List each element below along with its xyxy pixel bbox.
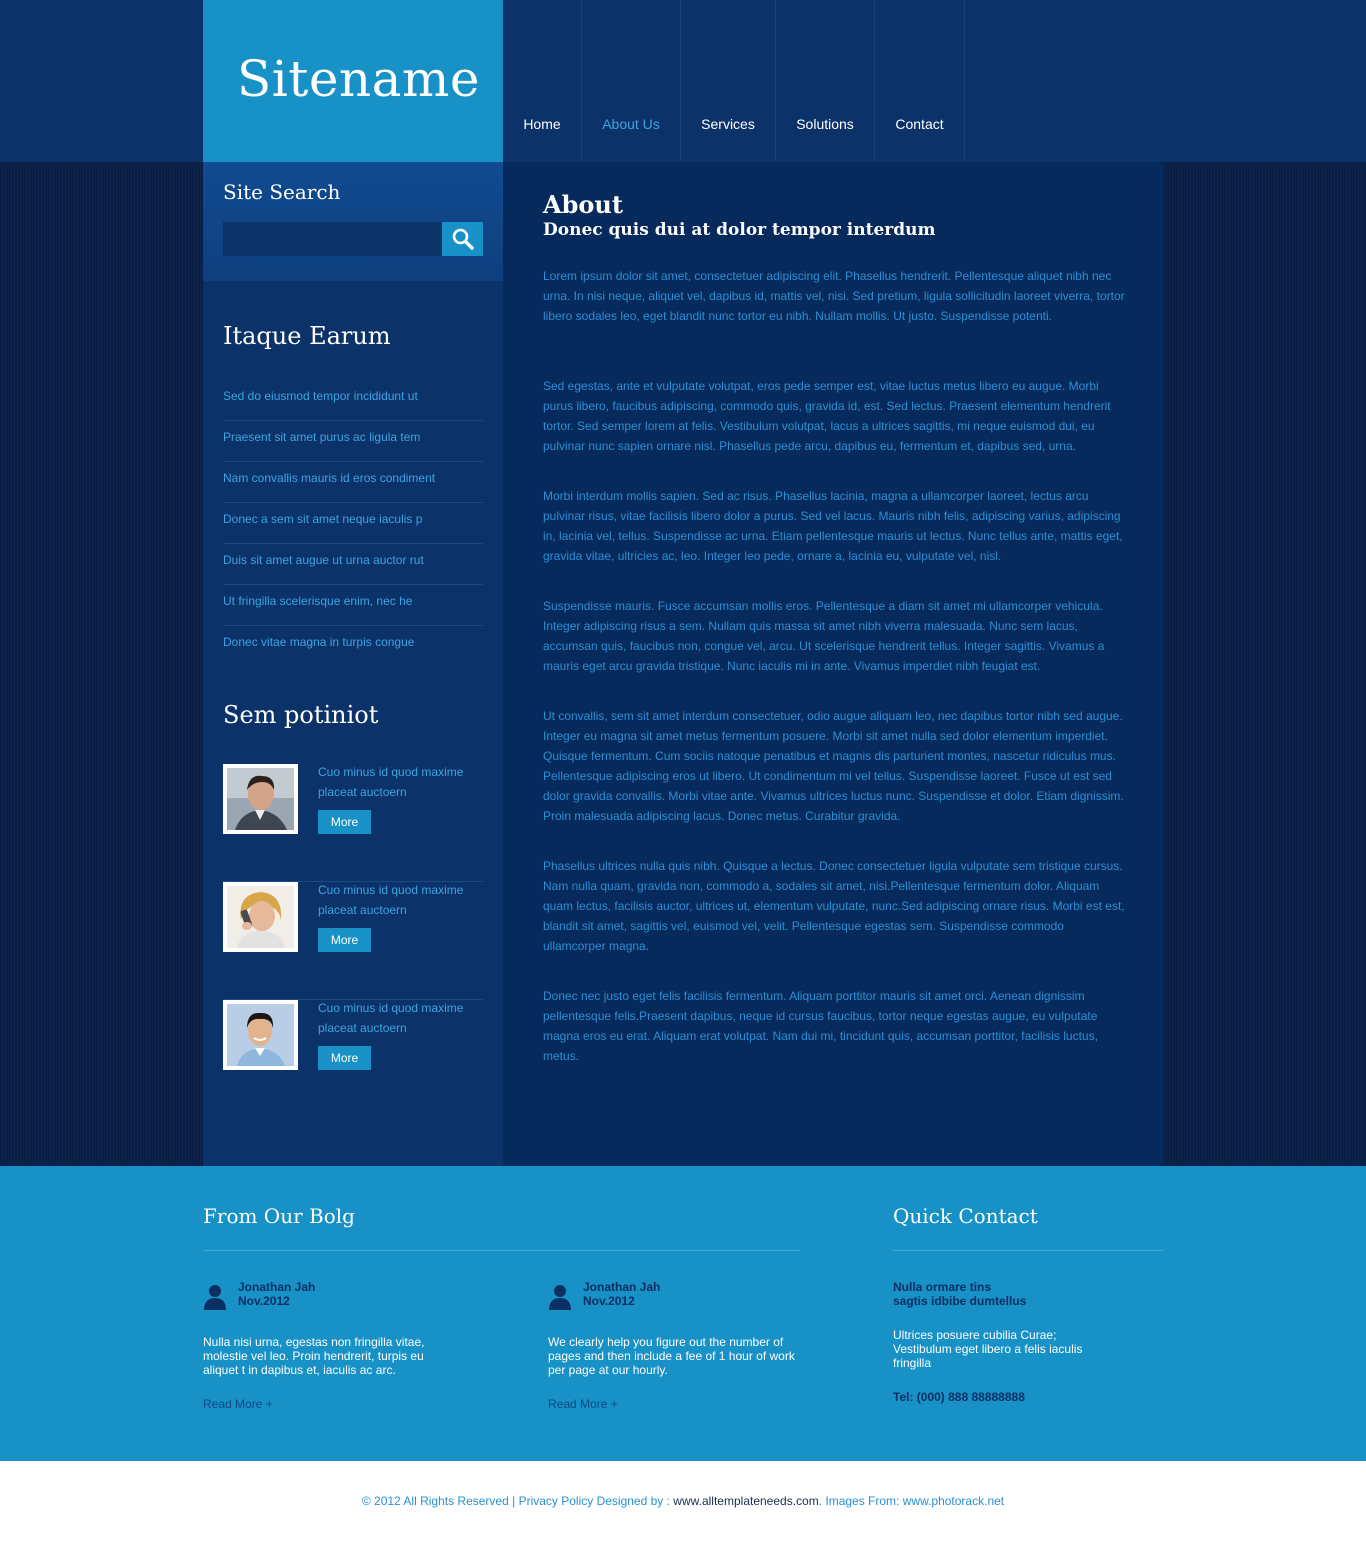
blog-title: From Our Bolg	[203, 1204, 355, 1228]
person-text: Cuo minus id quod maxime placeat auctoer…	[318, 765, 464, 799]
woman-portrait-icon	[227, 886, 294, 948]
nav-contact-label: Contact	[895, 115, 944, 132]
people-title: Sem potiniot	[223, 701, 379, 729]
person-card: Cuo minus id quod maxime placeat auctoer…	[223, 1000, 483, 1118]
side-link[interactable]: Ut fringilla scelerisque enim, nec he	[223, 585, 483, 626]
side-link[interactable]: Duis sit amet augue ut urna auctor rut	[223, 544, 483, 585]
contact-line: sagtis idbibe dumtellus	[893, 1294, 1027, 1308]
content-paragraph: Donec nec justo eget felis facilisis fer…	[543, 989, 1098, 1063]
quick-contact-title: Quick Contact	[893, 1204, 1038, 1228]
blog-text: Nulla nisi urna, egestas non fringilla v…	[203, 1335, 425, 1377]
contact-text: Ultrices posuere cubilia Curae; Vestibul…	[893, 1328, 1083, 1370]
copyright-bar: © 2012 All Rights Reserved | Privacy Pol…	[0, 1461, 1366, 1541]
logo-box: Sitename	[203, 0, 503, 162]
content-paragraph: Suspendisse mauris. Fusce accumsan molli…	[543, 599, 1105, 673]
side-list-title: Itaque Earum	[223, 322, 391, 350]
header: Sitename Home About Us Services Solution…	[0, 0, 1366, 162]
search-icon	[452, 228, 474, 250]
search-input[interactable]	[223, 222, 442, 256]
blog-author-name: Jonathan Jah	[238, 1280, 316, 1294]
search-button[interactable]	[442, 222, 483, 256]
blog-date: Nov.2012	[238, 1294, 290, 1308]
site-logo[interactable]: Sitename	[237, 50, 480, 108]
user-icon	[204, 1285, 226, 1310]
user-icon	[549, 1285, 571, 1310]
person-photo[interactable]	[223, 882, 298, 952]
person-photo[interactable]	[223, 1000, 298, 1070]
more-button[interactable]: More	[318, 810, 371, 834]
side-link[interactable]: Nam convallis mauris id eros condiment	[223, 462, 483, 503]
contact-divider	[893, 1250, 1163, 1251]
blog-author-name: Jonathan Jah	[583, 1280, 661, 1294]
site-search: Site Search	[203, 162, 503, 281]
more-button[interactable]: More	[318, 1046, 371, 1070]
blog-author: Jonathan Jah Nov.2012	[238, 1280, 315, 1308]
side-link[interactable]: Sed do eiusmod tempor incididunt ut	[223, 380, 483, 421]
main-content: About Donec quis dui at dolor tempor int…	[503, 162, 1163, 1166]
side-link-list: Sed do eiusmod tempor incididunt ut Prae…	[223, 380, 483, 667]
blog-text: We clearly help you figure out the numbe…	[548, 1335, 795, 1377]
nav-services[interactable]: Services	[681, 0, 776, 162]
nav-home-label: Home	[523, 115, 561, 132]
page-title: About	[543, 190, 623, 219]
side-link[interactable]: Praesent sit amet purus ac ligula tem	[223, 421, 483, 462]
more-button[interactable]: More	[318, 928, 371, 952]
blog-date: Nov.2012	[583, 1294, 635, 1308]
images-prefix: . Images From:	[818, 1494, 903, 1508]
man-portrait-icon	[227, 768, 294, 830]
blog-divider	[203, 1250, 800, 1251]
main-nav: Home About Us Services Solutions Contact	[503, 0, 965, 162]
nav-solutions-label: Solutions	[796, 115, 854, 132]
side-link[interactable]: Donec vitae magna in turpis congue	[223, 626, 483, 667]
search-title: Site Search	[223, 180, 341, 204]
nav-home[interactable]: Home	[503, 0, 582, 162]
contact-address: Nulla ormare tins sagtis idbibe dumtellu…	[893, 1280, 1123, 1308]
contact-phone: Tel: (000) 888 88888888	[893, 1390, 1025, 1404]
content-paragraph: Morbi interdum mollis sapien. Sed ac ris…	[543, 489, 1123, 563]
person-card: Cuo minus id quod maxime placeat auctoer…	[223, 764, 483, 882]
sidebar: Site Search Itaque Earum Sed do eiusmod …	[203, 162, 503, 1166]
images-link[interactable]: www.photorack.net	[903, 1494, 1004, 1508]
side-link[interactable]: Donec a sem sit amet neque iaculis p	[223, 503, 483, 544]
content-paragraph: Lorem ipsum dolor sit amet, consectetuer…	[543, 269, 1125, 323]
read-more-link[interactable]: Read More +	[548, 1397, 618, 1411]
person-photo[interactable]	[223, 764, 298, 834]
contact-line: Nulla ormare tins	[893, 1280, 992, 1294]
content-paragraph: Ut convallis, sem sit amet interdum cons…	[543, 709, 1124, 823]
nav-contact[interactable]: Contact	[875, 0, 965, 162]
nav-about-us-label: About Us	[602, 115, 660, 132]
nav-about-us[interactable]: About Us	[582, 0, 681, 162]
designer-link[interactable]: www.alltemplateneeds.com	[673, 1494, 818, 1508]
nav-services-label: Services	[701, 115, 755, 132]
page-subtitle: Donec quis dui at dolor tempor interdum	[543, 220, 936, 240]
copyright-prefix: © 2012 All Rights Reserved | Privacy Pol…	[361, 1494, 674, 1508]
person-text: Cuo minus id quod maxime placeat auctoer…	[318, 1001, 464, 1035]
nav-solutions[interactable]: Solutions	[776, 0, 875, 162]
person-card: Cuo minus id quod maxime placeat auctoer…	[223, 882, 483, 1000]
content-paragraph: Phasellus ultrices nulla quis nibh. Quis…	[543, 859, 1125, 953]
footer: From Our Bolg Jonathan Jah Nov.2012 Null…	[0, 1166, 1366, 1461]
blog-author: Jonathan Jah Nov.2012	[583, 1280, 660, 1308]
copyright-text: © 2012 All Rights Reserved | Privacy Pol…	[0, 1494, 1366, 1508]
content-paragraph: Sed egestas, ante et vulputate volutpat,…	[543, 379, 1111, 453]
person-text: Cuo minus id quod maxime placeat auctoer…	[318, 883, 464, 917]
read-more-link[interactable]: Read More +	[203, 1397, 273, 1411]
man-portrait-icon	[227, 1004, 294, 1066]
